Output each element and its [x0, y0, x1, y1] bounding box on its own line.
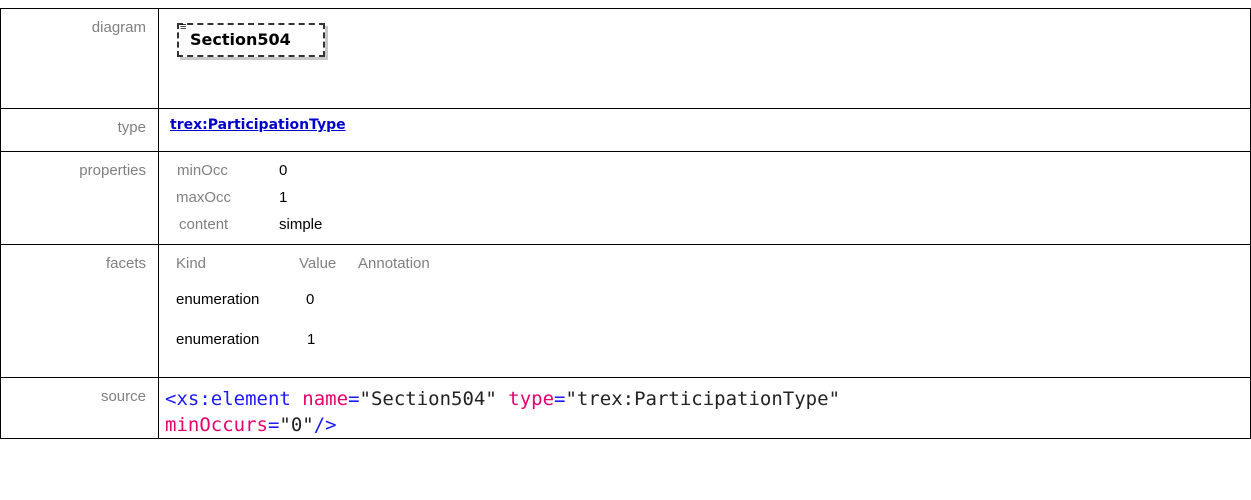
property-content: content simple — [159, 216, 1250, 243]
schema-doc-table: diagram ≡ Section504 type trex:Participa… — [0, 8, 1251, 439]
list-lines-icon: ≡ — [180, 21, 187, 33]
type-label: type — [0, 108, 159, 152]
element-diagram: ≡ Section504 — [177, 21, 325, 61]
facet-header-value: Value — [299, 255, 337, 272]
property-value: 0 — [279, 162, 288, 179]
properties-row: properties minOcc 0 maxOcc 1 content sim… — [0, 151, 1251, 245]
property-max-occurs: maxOcc 1 — [159, 189, 1250, 216]
property-value: simple — [279, 216, 323, 233]
element-name: Section504 — [190, 30, 291, 49]
facet-kind: enumeration — [176, 331, 260, 348]
facet-kind: enumeration — [176, 291, 260, 308]
facet-value: 1 — [307, 331, 316, 348]
properties-label: properties — [0, 151, 159, 245]
facet-row: enumeration 1 — [159, 331, 1250, 371]
xml-source-code: <xs:element name="Section504" type="trex… — [165, 388, 841, 436]
facet-value: 0 — [306, 291, 315, 308]
source-row: source <xs:element name="Section504" typ… — [0, 377, 1251, 439]
facet-header-kind: Kind — [176, 255, 207, 272]
facets-row: facets Kind Value Annotation enumeration… — [0, 244, 1251, 378]
property-key: maxOcc — [176, 189, 232, 206]
facets-label: facets — [0, 244, 159, 378]
type-link[interactable]: trex:ParticipationType — [170, 117, 346, 133]
property-key: minOcc — [177, 162, 228, 179]
facet-row: enumeration 0 — [159, 291, 1250, 331]
property-key: content — [179, 216, 229, 233]
property-min-occurs: minOcc 0 — [159, 162, 1250, 189]
diagram-label: diagram — [0, 8, 159, 109]
facet-header-annotation: Annotation — [358, 255, 430, 272]
diagram-row: diagram ≡ Section504 — [0, 8, 1251, 109]
source-label: source — [0, 377, 159, 439]
facets-header: Kind Value Annotation — [159, 255, 1250, 291]
type-row: type trex:ParticipationType — [0, 108, 1251, 152]
property-value: 1 — [279, 189, 288, 206]
